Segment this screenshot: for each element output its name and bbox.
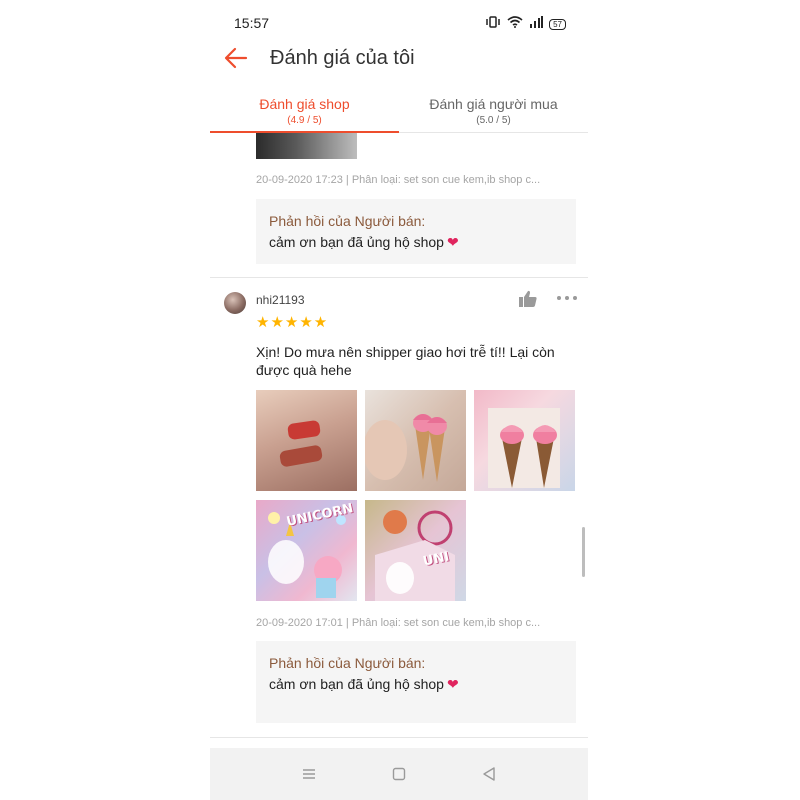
tab-label: Đánh giá shop — [259, 96, 350, 112]
more-options-button[interactable] — [556, 291, 578, 305]
review-photo[interactable] — [256, 133, 357, 159]
tab-bar: Đánh giá shop (4.9 / 5) Đánh giá người m… — [210, 90, 588, 133]
menu-button[interactable] — [300, 765, 318, 783]
unicorn-box-illustration — [375, 510, 455, 601]
seller-reply: Phản hồi của Người bán: cảm ơn bạn đã ủn… — [256, 641, 576, 723]
tab-rating: (4.9 / 5) — [287, 115, 322, 126]
home-button[interactable] — [390, 765, 408, 783]
tab-rating: (5.0 / 5) — [476, 115, 511, 126]
seller-reply-body: cảm ơn bạn đã ủng hộ shop — [269, 676, 444, 692]
lip-swatch-photo[interactable] — [256, 390, 357, 491]
lipstick-illustration — [500, 425, 557, 488]
review-list[interactable]: 20-09-2020 17:23 | Phân loại: set son cu… — [210, 133, 588, 745]
wifi-icon — [507, 15, 523, 33]
seller-reply: Phản hồi của Người bán: cảm ơn bạn đã ủn… — [256, 199, 576, 264]
system-nav-bar — [210, 748, 588, 800]
avatar[interactable] — [224, 292, 246, 314]
seller-reply-heading: Phản hồi của Người bán: — [269, 655, 426, 671]
divider — [210, 277, 588, 278]
seller-reply-text: cảm ơn bạn đã ủng hộ shop ❤ — [269, 234, 459, 251]
back-nav-button[interactable] — [480, 765, 498, 783]
unicorn-box-photo[interactable]: UNICORN — [256, 500, 357, 601]
signal-icon — [529, 15, 544, 33]
status-icons: 57 — [485, 15, 566, 33]
home-square-icon — [392, 767, 406, 781]
review-meta: 20-09-2020 17:01 | Phân loại: set son cu… — [256, 617, 541, 629]
seller-reply-text: cảm ơn bạn đã ủng hộ shop ❤ — [269, 676, 459, 693]
arrow-left-icon — [224, 47, 248, 69]
star-rating: ★★★★★ — [256, 314, 329, 331]
seller-reply-heading: Phản hồi của Người bán: — [269, 213, 426, 229]
divider — [210, 737, 588, 738]
lipstick-illustration — [365, 414, 447, 482]
status-time: 15:57 — [234, 15, 270, 31]
lipstick-in-hand-photo[interactable] — [365, 390, 466, 491]
thumbs-up-icon — [519, 290, 537, 307]
heart-icon: ❤ — [446, 676, 459, 692]
vibrate-icon — [485, 15, 501, 33]
swatch-mark — [278, 444, 324, 468]
reviewer-username: nhi21193 — [256, 293, 305, 307]
menu-icon — [303, 769, 315, 779]
scrollbar[interactable] — [582, 527, 585, 577]
lipstick-in-box-photo[interactable] — [474, 390, 575, 491]
review-meta: 20-09-2020 17:23 | Phân loại: set son cu… — [256, 174, 541, 186]
seller-reply-body: cảm ơn bạn đã ủng hộ shop — [269, 234, 444, 250]
like-button[interactable] — [518, 290, 538, 308]
tab-shop-reviews[interactable]: Đánh giá shop (4.9 / 5) — [210, 90, 399, 133]
battery-icon: 57 — [549, 18, 566, 30]
app-header: Đánh giá của tôi — [210, 40, 588, 80]
back-button[interactable] — [222, 44, 250, 72]
tab-label: Đánh giá người mua — [429, 96, 558, 112]
unicorn-box-side-photo[interactable]: UNI — [365, 500, 466, 601]
heart-icon: ❤ — [446, 234, 459, 250]
review-text: Xịn! Do mưa nên shipper giao hơi trễ tí!… — [256, 344, 555, 378]
tab-buyer-reviews[interactable]: Đánh giá người mua (5.0 / 5) — [399, 90, 588, 132]
page-title: Đánh giá của tôi — [270, 47, 415, 69]
back-triangle-icon — [483, 767, 495, 781]
swatch-mark — [287, 419, 321, 441]
more-dots-icon — [557, 296, 577, 300]
phone-screen: 15:57 57 Đánh giá của tôi Đánh giá shop … — [210, 0, 588, 800]
